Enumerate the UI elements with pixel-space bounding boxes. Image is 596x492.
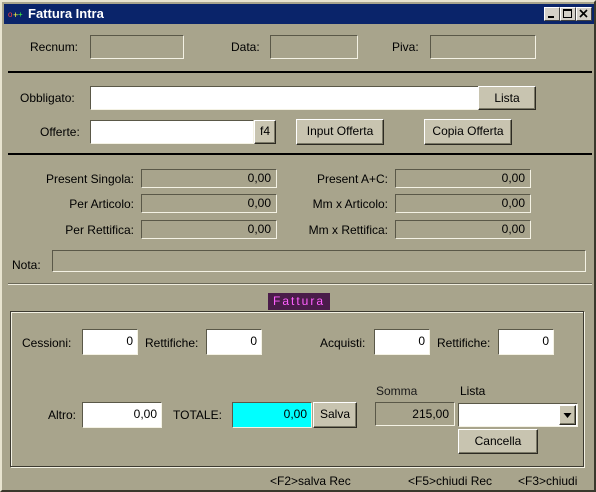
mm-articolo-value: 0,00 bbox=[501, 196, 525, 210]
divider bbox=[8, 283, 592, 285]
close-icon bbox=[579, 9, 588, 18]
divider bbox=[8, 71, 592, 73]
mm-rettifica-label: Mm x Rettifica: bbox=[308, 223, 388, 237]
mm-articolo-label: Mm x Articolo: bbox=[312, 197, 388, 211]
piva-label: Piva: bbox=[392, 40, 419, 54]
lista-dropdown-button[interactable] bbox=[559, 405, 576, 425]
somma-field: 215,00 bbox=[375, 402, 455, 426]
rettifiche-input[interactable]: 0 bbox=[206, 329, 262, 355]
per-rettifica-field: 0,00 bbox=[141, 220, 277, 239]
present-ac-value: 0,00 bbox=[501, 171, 525, 185]
svg-text:+: + bbox=[18, 10, 23, 19]
rettifiche-acquisti-input[interactable]: 0 bbox=[498, 329, 554, 355]
totale-label: TOTALE: bbox=[173, 408, 222, 422]
chevron-down-icon bbox=[563, 413, 572, 418]
data-label: Data: bbox=[231, 40, 260, 54]
present-singola-label: Present Singola: bbox=[45, 172, 134, 186]
fattura-legend: Fattura bbox=[268, 293, 330, 310]
acquisti-label: Acquisti: bbox=[320, 336, 366, 350]
recnum-field[interactable] bbox=[90, 35, 184, 59]
rettifiche-label: Rettifiche: bbox=[145, 336, 199, 350]
cessioni-input[interactable]: 0 bbox=[82, 329, 138, 355]
nota-field[interactable] bbox=[52, 250, 586, 272]
cancella-button[interactable]: Cancella bbox=[458, 429, 538, 454]
per-rettifica-label: Per Rettifica: bbox=[65, 223, 134, 237]
recnum-label: Recnum: bbox=[30, 40, 79, 54]
offerte-label: Offerte: bbox=[40, 125, 80, 139]
per-articolo-label: Per Articolo: bbox=[69, 197, 134, 211]
totale-input[interactable]: 0,00 bbox=[232, 402, 312, 428]
per-articolo-field: 0,00 bbox=[141, 194, 277, 213]
f4-button[interactable]: f4 bbox=[254, 120, 276, 144]
altro-label: Altro: bbox=[48, 408, 77, 422]
offerte-input[interactable] bbox=[90, 120, 254, 144]
somma-value: 215,00 bbox=[412, 407, 449, 421]
per-articolo-value: 0,00 bbox=[247, 196, 271, 210]
window: o + + Fattura Intra Recnum: Data: Piva: … bbox=[0, 0, 596, 492]
obbligato-lista-button[interactable]: Lista bbox=[478, 86, 536, 110]
minimize-button[interactable] bbox=[544, 7, 560, 21]
shortcut-f5: <F5>chiudi Rec bbox=[408, 474, 493, 488]
app-icon: o + + bbox=[8, 10, 23, 20]
altro-input[interactable]: 0,00 bbox=[82, 402, 162, 428]
divider bbox=[8, 153, 592, 155]
maximize-icon bbox=[563, 9, 572, 18]
obbligato-input[interactable] bbox=[90, 86, 480, 110]
piva-field[interactable] bbox=[430, 35, 536, 59]
input-offerta-button[interactable]: Input Offerta bbox=[296, 119, 384, 145]
title-bar[interactable]: o + + Fattura Intra bbox=[4, 4, 594, 24]
mm-rettifica-field: 0,00 bbox=[395, 220, 531, 239]
present-ac-field: 0,00 bbox=[395, 169, 531, 188]
rettifiche-acquisti-label: Rettifiche: bbox=[437, 336, 491, 350]
close-button[interactable] bbox=[576, 7, 592, 21]
nota-label: Nota: bbox=[12, 258, 41, 272]
mm-rettifica-value: 0,00 bbox=[501, 222, 525, 236]
somma-label: Somma bbox=[376, 384, 418, 398]
copia-offerta-button[interactable]: Copia Offerta bbox=[424, 119, 512, 145]
cessioni-label: Cessioni: bbox=[22, 336, 72, 350]
present-singola-value: 0,00 bbox=[247, 171, 271, 185]
shortcut-f3: <F3>chiudi bbox=[518, 474, 578, 488]
lista-label: Lista bbox=[460, 384, 486, 398]
obbligato-label: Obbligato: bbox=[20, 91, 75, 105]
window-title: Fattura Intra bbox=[28, 6, 104, 21]
acquisti-input[interactable]: 0 bbox=[374, 329, 430, 355]
present-ac-label: Present A+C: bbox=[316, 172, 388, 186]
per-rettifica-value: 0,00 bbox=[247, 222, 271, 236]
present-singola-field: 0,00 bbox=[141, 169, 277, 188]
salva-button[interactable]: Salva bbox=[313, 402, 357, 428]
mm-articolo-field: 0,00 bbox=[395, 194, 531, 213]
maximize-button[interactable] bbox=[560, 7, 576, 21]
minimize-icon bbox=[548, 16, 554, 18]
shortcut-f2: <F2>salva Rec bbox=[270, 474, 351, 488]
data-field[interactable] bbox=[270, 35, 358, 59]
